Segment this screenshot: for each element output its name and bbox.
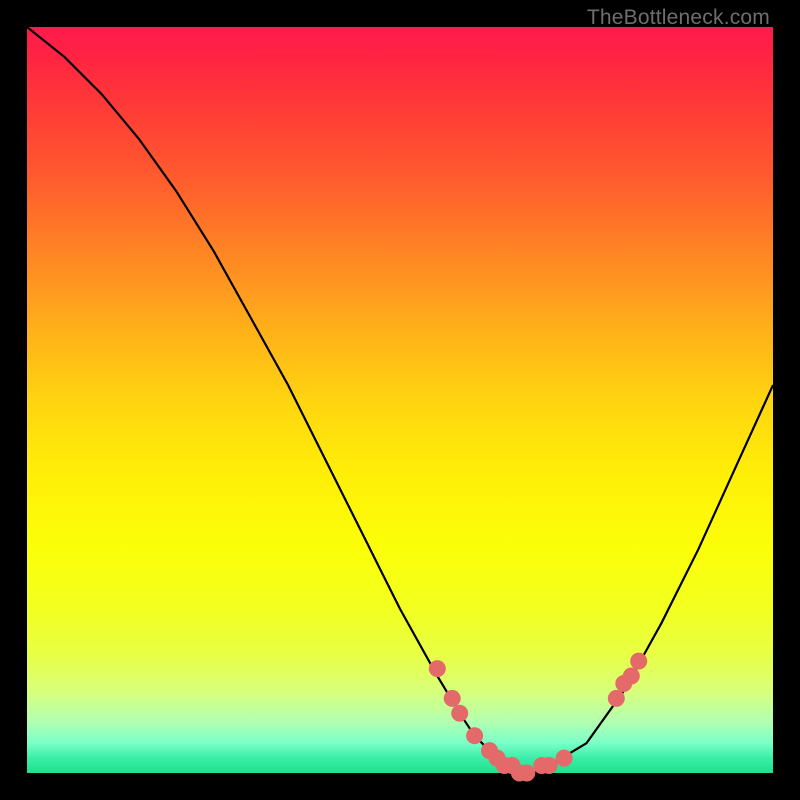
bottleneck-curve xyxy=(27,27,773,773)
highlight-dot xyxy=(466,727,483,744)
highlight-dot xyxy=(541,757,558,774)
highlight-dot xyxy=(451,705,468,722)
watermark-text: TheBottleneck.com xyxy=(587,6,770,30)
highlight-dot xyxy=(630,653,647,670)
highlight-dot xyxy=(518,765,535,782)
highlight-dot xyxy=(556,750,573,767)
chart-container: TheBottleneck.com xyxy=(0,0,800,800)
highlight-dot xyxy=(429,660,446,677)
plot-area xyxy=(27,27,773,773)
highlight-dot xyxy=(623,668,640,685)
highlight-dots xyxy=(429,653,647,782)
highlight-dot xyxy=(608,690,625,707)
curve-svg xyxy=(27,27,773,773)
highlight-dot xyxy=(444,690,461,707)
